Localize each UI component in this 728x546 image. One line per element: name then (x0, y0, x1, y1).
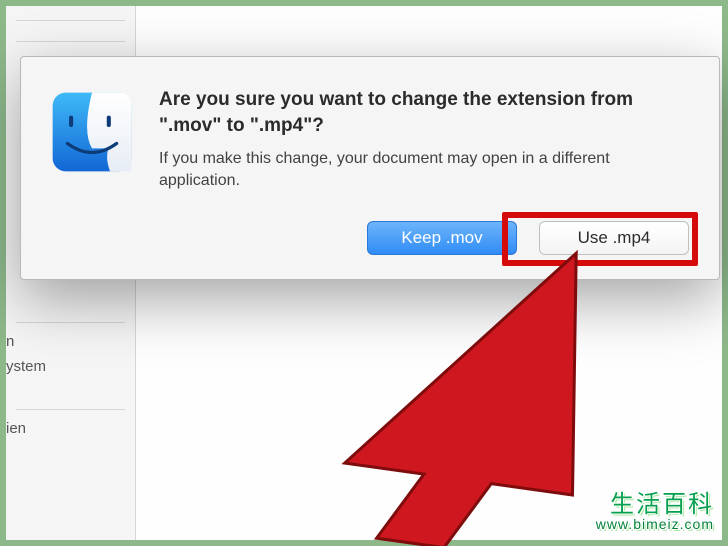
extension-change-dialog: Are you sure you want to change the exte… (20, 56, 720, 280)
dialog-title: Are you sure you want to change the exte… (159, 87, 689, 138)
use-extension-button[interactable]: Use .mp4 (539, 221, 689, 255)
sidebar-separator (16, 322, 125, 323)
sidebar-item[interactable]: ien (6, 416, 135, 441)
sidebar-separator (16, 41, 125, 42)
finder-icon (51, 91, 133, 173)
sidebar-item[interactable]: ystem (6, 354, 135, 379)
dialog-button-row: Keep .mov Use .mp4 (159, 221, 689, 255)
keep-extension-button[interactable]: Keep .mov (367, 221, 517, 255)
dialog-message: If you make this change, your document m… (159, 148, 689, 191)
sidebar-separator (16, 20, 125, 21)
tutorial-frame: n ystem ien (0, 0, 728, 546)
dialog-body: Are you sure you want to change the exte… (159, 87, 689, 255)
sidebar-separator (16, 409, 125, 410)
sidebar-item[interactable]: n (6, 329, 135, 354)
